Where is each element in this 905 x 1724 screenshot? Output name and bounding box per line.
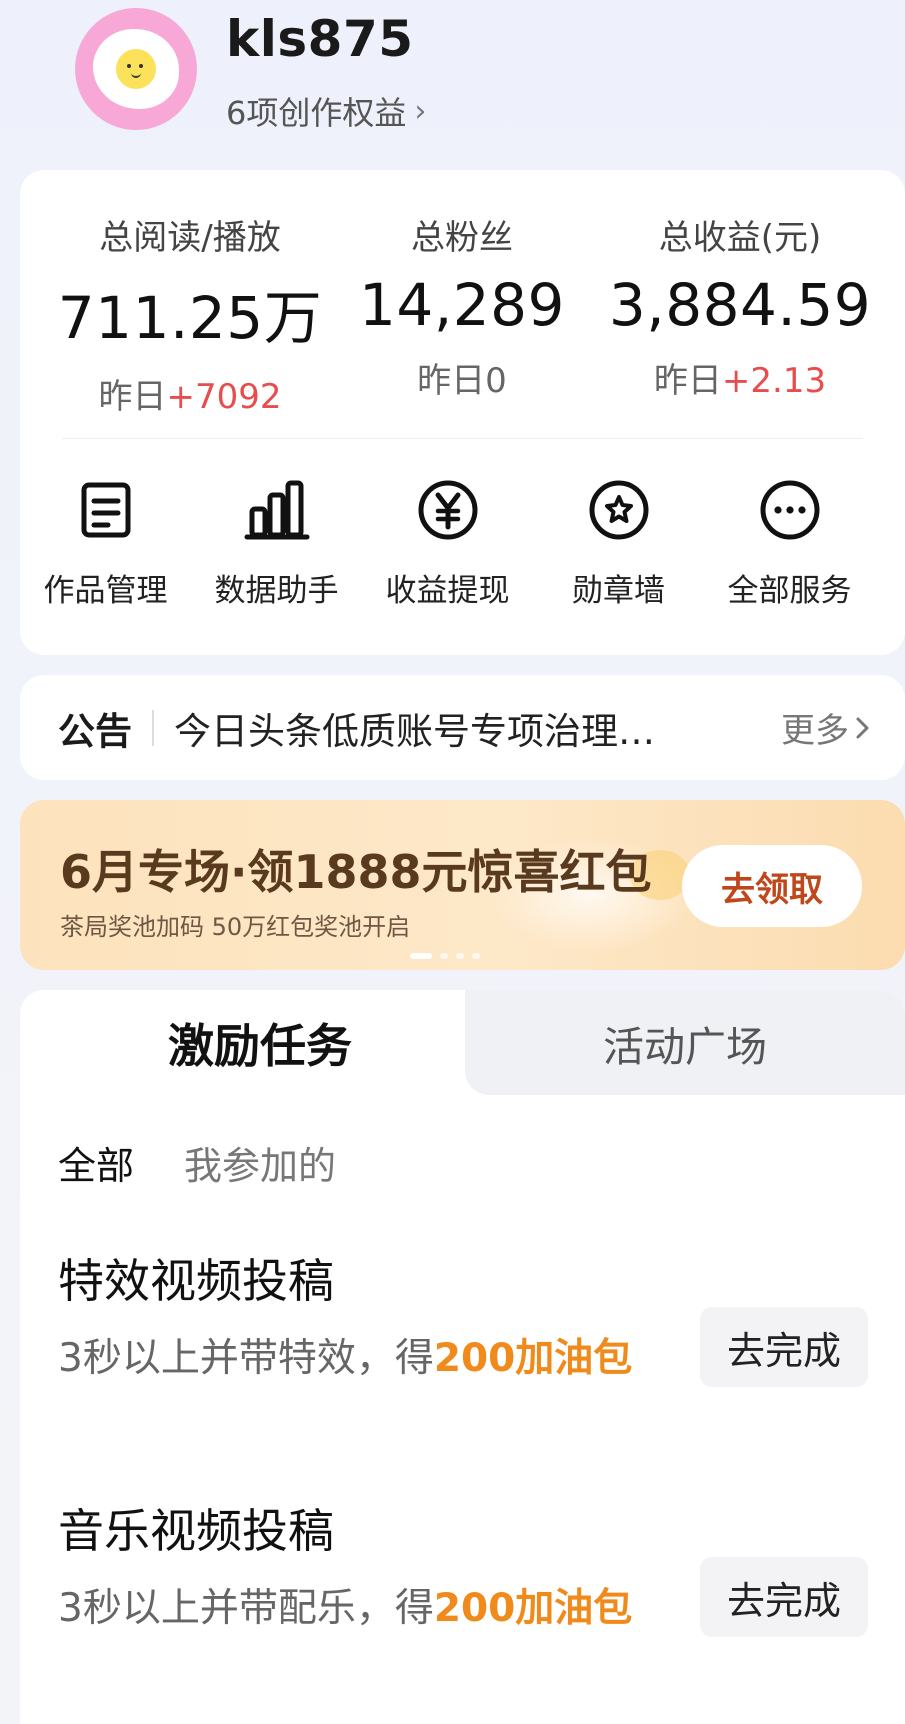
task-desc-text: 3秒以上并带配乐，得 xyxy=(58,1586,434,1631)
complete-task-button[interactable]: 去完成 xyxy=(700,1307,868,1387)
document-icon xyxy=(81,482,130,538)
task-title: 音乐视频投稿 xyxy=(58,1504,334,1558)
username[interactable]: kls875 xyxy=(226,10,414,68)
stat-label: 总收益(元) xyxy=(658,218,822,258)
creator-rights-link[interactable]: 6项创作权益 › xyxy=(226,88,426,134)
tool-all-services[interactable]: 全部服务 xyxy=(704,475,875,610)
tools-row: 作品管理 数据助手 收益提现 勋章墙 全部服务 xyxy=(20,475,905,610)
tool-label: 作品管理 xyxy=(43,573,168,609)
task-filters: 全部 我参加的 xyxy=(58,1135,336,1190)
carousel-dot[interactable] xyxy=(410,953,432,959)
claim-button[interactable]: 去领取 xyxy=(682,845,862,927)
carousel-indicator xyxy=(410,953,480,959)
stat-total-reads[interactable]: 总阅读/播放 711.25万 昨日+7092 xyxy=(50,170,330,418)
stat-delta-value: +7092 xyxy=(166,377,282,417)
stat-delta: 昨日+2.13 xyxy=(600,353,880,402)
stat-total-fans[interactable]: 总粉丝 14,289 昨日0 xyxy=(322,170,602,402)
tool-label: 勋章墙 xyxy=(572,573,665,609)
task-reward: 200加油包 xyxy=(433,1336,633,1381)
stat-delta-prefix: 昨日 xyxy=(653,361,722,401)
complete-task-button[interactable]: 去完成 xyxy=(700,1557,868,1637)
fried-egg-avatar-image xyxy=(93,29,179,109)
stat-label: 总粉丝 xyxy=(411,218,513,258)
announcement-text[interactable]: 今日头条低质账号专项治理… xyxy=(174,701,761,755)
more-icon xyxy=(760,480,819,540)
avatar[interactable] xyxy=(75,8,197,130)
tab-activity-plaza[interactable]: 活动广场 xyxy=(465,990,905,1095)
task-desc-text: 3秒以上并带特效，得 xyxy=(58,1336,434,1381)
tool-income-withdraw[interactable]: 收益提现 xyxy=(362,475,533,610)
carousel-dot[interactable] xyxy=(472,953,480,959)
more-label: 更多 xyxy=(781,711,849,751)
carousel-dot[interactable] xyxy=(456,953,464,959)
smiley-yolk-icon xyxy=(116,49,156,89)
stat-delta-prefix: 昨日 xyxy=(98,377,167,417)
stat-value: 14,289 xyxy=(359,271,565,339)
carousel-dot[interactable] xyxy=(440,953,448,959)
filter-all[interactable]: 全部 xyxy=(58,1135,134,1190)
tab-bar: 激励任务 活动广场 xyxy=(20,990,905,1095)
banner-subtitle: 茶局奖池加码 50万红包奖池开启 xyxy=(60,913,411,941)
announcement-title: 公告 xyxy=(58,709,132,753)
bar-chart-icon xyxy=(244,480,309,540)
stat-delta-value: +2.13 xyxy=(721,361,827,401)
divider xyxy=(62,438,863,439)
stat-delta-prefix: 昨日 xyxy=(417,361,486,401)
chevron-right-icon xyxy=(856,717,869,738)
banner-title: 6月专场·领1888元惊喜红包 xyxy=(60,845,652,899)
stat-label: 总阅读/播放 xyxy=(99,218,281,258)
task-description: 3秒以上并带配乐，得200加油包 xyxy=(58,1575,668,1643)
medal-icon xyxy=(589,480,648,540)
task-description: 3秒以上并带特效，得200加油包 xyxy=(58,1325,668,1393)
stat-delta: 昨日0 xyxy=(322,353,602,402)
chevron-right-icon: › xyxy=(414,93,427,129)
stat-total-income[interactable]: 总收益(元) 3,884.59 昨日+2.13 xyxy=(600,170,880,402)
task-reward: 200加油包 xyxy=(433,1586,633,1631)
tool-label: 收益提现 xyxy=(385,573,510,609)
tab-incentive-tasks[interactable]: 激励任务 xyxy=(20,990,500,1095)
stat-value: 3,884.59 xyxy=(608,271,872,339)
filter-joined[interactable]: 我参加的 xyxy=(184,1135,336,1190)
task-title: 特效视频投稿 xyxy=(58,1254,334,1308)
stats-card: 总阅读/播放 711.25万 昨日+7092 总粉丝 14,289 昨日0 总收… xyxy=(20,170,905,655)
stat-value: 711.25万 xyxy=(57,284,323,352)
task-item: 音乐视频投稿 3秒以上并带配乐，得200加油包 去完成 xyxy=(58,1495,868,1643)
tool-works-management[interactable]: 作品管理 xyxy=(20,475,191,610)
yuan-icon xyxy=(418,480,477,540)
tasks-panel: 激励任务 活动广场 全部 我参加的 特效视频投稿 3秒以上并带特效，得200加油… xyxy=(20,990,905,1724)
divider xyxy=(152,709,154,746)
announcement-bar[interactable]: 公告 今日头条低质账号专项治理… 更多 xyxy=(20,675,905,780)
promo-banner[interactable]: 6月专场·领1888元惊喜红包 茶局奖池加码 50万红包奖池开启 去领取 xyxy=(20,800,905,970)
creator-rights-label: 6项创作权益 xyxy=(226,94,407,132)
tool-medal-wall[interactable]: 勋章墙 xyxy=(533,475,704,610)
tool-data-assistant[interactable]: 数据助手 xyxy=(191,475,362,610)
stat-delta: 昨日+7092 xyxy=(50,369,330,418)
task-item: 特效视频投稿 3秒以上并带特效，得200加油包 去完成 xyxy=(58,1245,868,1393)
stat-delta-value: 0 xyxy=(485,361,507,401)
tool-label: 全部服务 xyxy=(727,573,852,609)
announcement-more-link[interactable]: 更多 xyxy=(781,703,871,752)
tool-label: 数据助手 xyxy=(214,573,339,609)
